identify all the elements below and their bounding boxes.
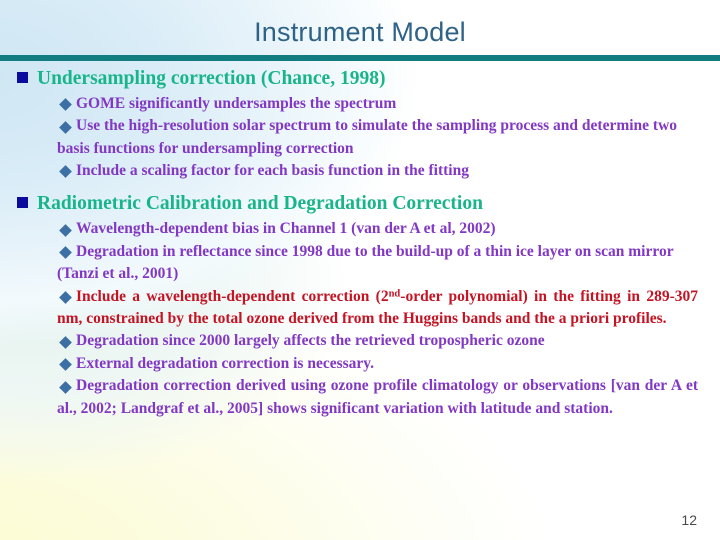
title-divider-rule xyxy=(0,55,720,61)
bullet-text: GOME significantly undersamples the spec… xyxy=(76,94,397,112)
title-area: Instrument Model xyxy=(0,19,720,46)
bullet-item: Degradation correction derived using ozo… xyxy=(0,375,720,420)
bullet-text: Include a wavelength-dependent correctio… xyxy=(57,286,698,331)
bullet-item: Wavelength-dependent bias in Channel 1 (… xyxy=(0,218,720,240)
bullet-text: Degradation in reflectance since 1998 du… xyxy=(57,242,674,283)
slide-body: Undersampling correction (Chance, 1998) G… xyxy=(0,68,720,420)
bullet-text: Degradation correction derived using ozo… xyxy=(57,377,698,417)
ordinal-superscript: nd xyxy=(388,288,401,300)
bullet-text: External degradation correction is neces… xyxy=(76,354,375,372)
section-heading-label: Undersampling correction (Chance, 1998) xyxy=(37,68,386,89)
bullet-item: GOME significantly undersamples the spec… xyxy=(0,93,720,115)
page-title: Instrument Model xyxy=(254,17,466,47)
bullet-text: Include a scaling factor for each basis … xyxy=(76,162,469,180)
section: Radiometric Calibration and Degradation … xyxy=(0,193,720,420)
page-number: 12 xyxy=(681,512,697,528)
slide-canvas: Instrument Model Undersampling correctio… xyxy=(0,0,720,540)
square-bullet-icon xyxy=(17,72,28,83)
section-heading: Radiometric Calibration and Degradation … xyxy=(0,193,720,216)
bullet-text: Use the high-resolution solar spectrum t… xyxy=(57,117,678,157)
bullet-item: Degradation in reflectance since 1998 du… xyxy=(0,241,720,286)
section: Undersampling correction (Chance, 1998) G… xyxy=(0,68,720,182)
square-bullet-icon xyxy=(17,197,28,209)
bullet-item: External degradation correction is neces… xyxy=(0,353,720,375)
bullet-item: Degradation since 2000 largely affects t… xyxy=(0,330,720,352)
bullet-text-pre: Include a wavelength-dependent correctio… xyxy=(76,287,389,305)
bullet-item: Use the high-resolution solar spectrum t… xyxy=(0,115,720,160)
section-heading: Undersampling correction (Chance, 1998) xyxy=(0,68,720,91)
section-heading-label: Radiometric Calibration and Degradation … xyxy=(37,193,483,215)
bullet-text: Wavelength-dependent bias in Channel 1 (… xyxy=(76,220,496,238)
bullet-item: Include a wavelength-dependent correctio… xyxy=(0,286,720,331)
bullet-text: Degradation since 2000 largely affects t… xyxy=(76,332,545,350)
bullet-item: Include a scaling factor for each basis … xyxy=(0,160,720,182)
